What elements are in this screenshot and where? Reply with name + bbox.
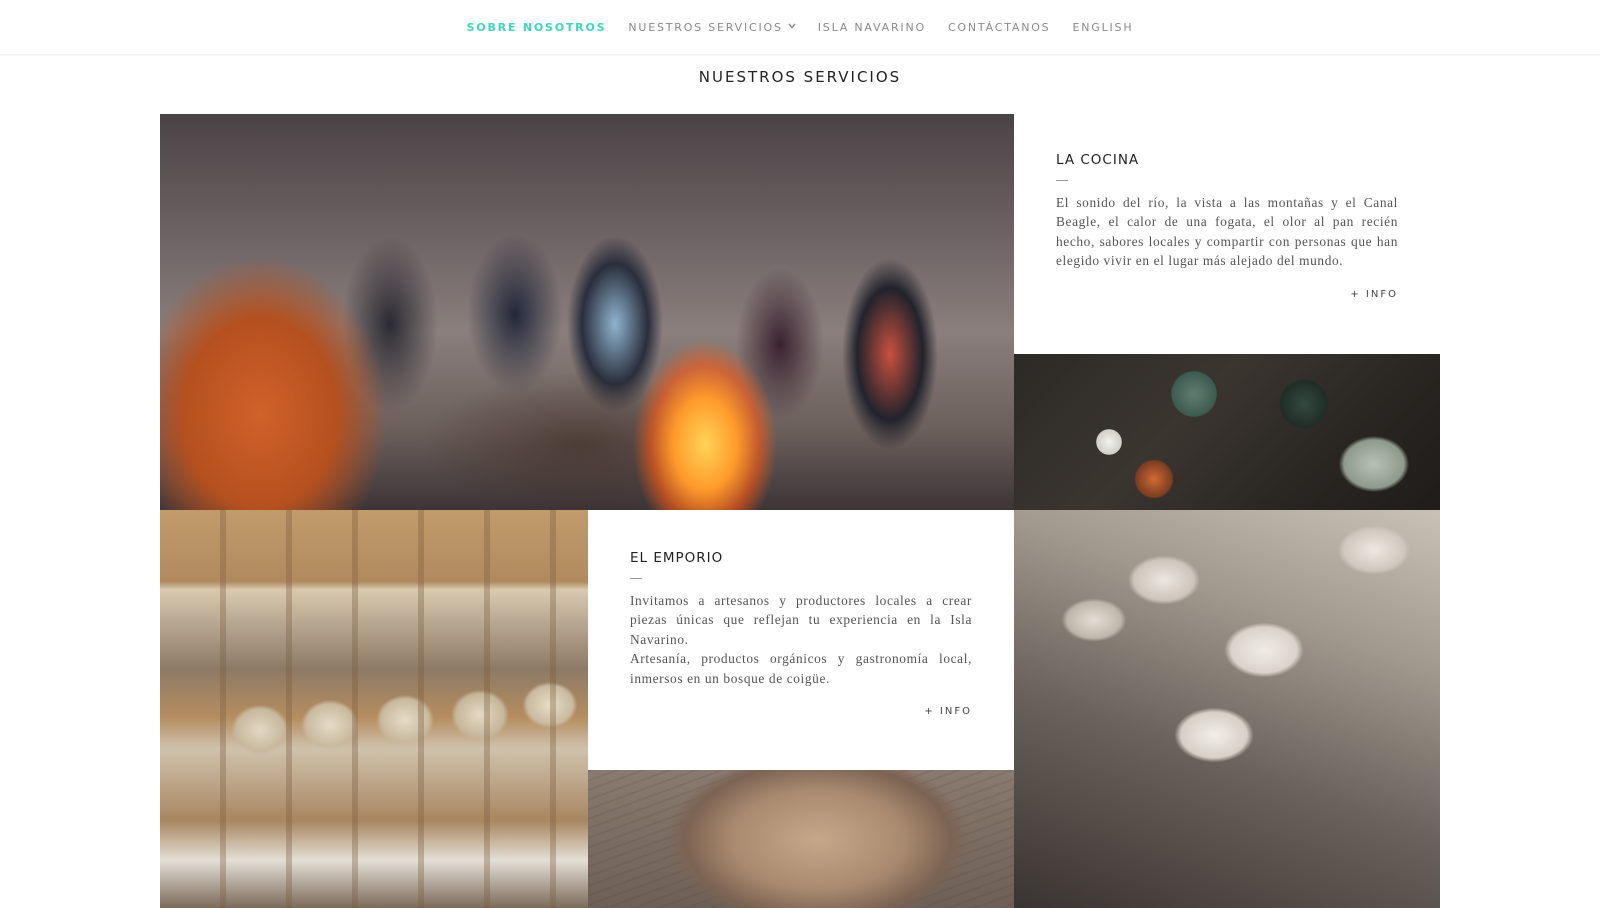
more-info-link[interactable]: + INFO <box>1056 289 1398 300</box>
nav-item-label: CONTÁCTANOS <box>947 20 1051 34</box>
nav-item-isla-navarino[interactable]: ISLA NAVARINO <box>818 21 926 34</box>
service-title: EL EMPORIO <box>630 550 724 566</box>
service-card-cocina: LA COCINA El sonido del río, la vista a … <box>1014 114 1440 354</box>
ceramic-spoons-photo <box>1014 510 1440 908</box>
nav-item-label: SOBRE NOSOTROS <box>466 20 607 34</box>
more-info-link[interactable]: + INFO <box>630 706 972 717</box>
nav-item-label: ISLA NAVARINO <box>817 20 926 34</box>
service-title: LA COCINA <box>1056 152 1140 168</box>
nav-item-english[interactable]: ENGLISH <box>1072 21 1133 34</box>
service-description-secondary: Artesanía, productos orgánicos y gastron… <box>630 651 972 686</box>
nav-item-contactanos[interactable]: CONTÁCTANOS <box>948 21 1051 34</box>
section-title: NUESTROS SERVICIOS <box>698 68 902 86</box>
title-divider <box>1056 180 1068 181</box>
chevron-down-icon <box>788 21 796 32</box>
nav-menu: SOBRE NOSOTROS NUESTROS SERVICIOS ISLA N… <box>456 21 1145 34</box>
bread-photo <box>588 770 1014 908</box>
title-divider <box>630 578 642 579</box>
service-description: Invitamos a artesanos y productores loca… <box>630 593 972 647</box>
service-description: El sonido del río, la vista a las montañ… <box>1056 195 1398 269</box>
kitchen-table-photo <box>1014 354 1440 510</box>
services-grid: LA COCINA El sonido del río, la vista a … <box>160 114 1440 908</box>
nav-item-nuestros-servicios[interactable]: NUESTROS SERVICIOS <box>628 20 796 34</box>
nav-item-sobre-nosotros[interactable]: SOBRE NOSOTROS <box>467 21 607 34</box>
emporio-shelves-photo <box>160 510 588 908</box>
nav-item-label: ENGLISH <box>1072 20 1134 34</box>
campfire-photo <box>160 114 1014 510</box>
nav-item-label: NUESTROS SERVICIOS <box>628 20 783 34</box>
service-card-emporio: EL EMPORIO Invitamos a artesanos y produ… <box>588 510 1014 770</box>
top-navigation: SOBRE NOSOTROS NUESTROS SERVICIOS ISLA N… <box>0 0 1600 54</box>
